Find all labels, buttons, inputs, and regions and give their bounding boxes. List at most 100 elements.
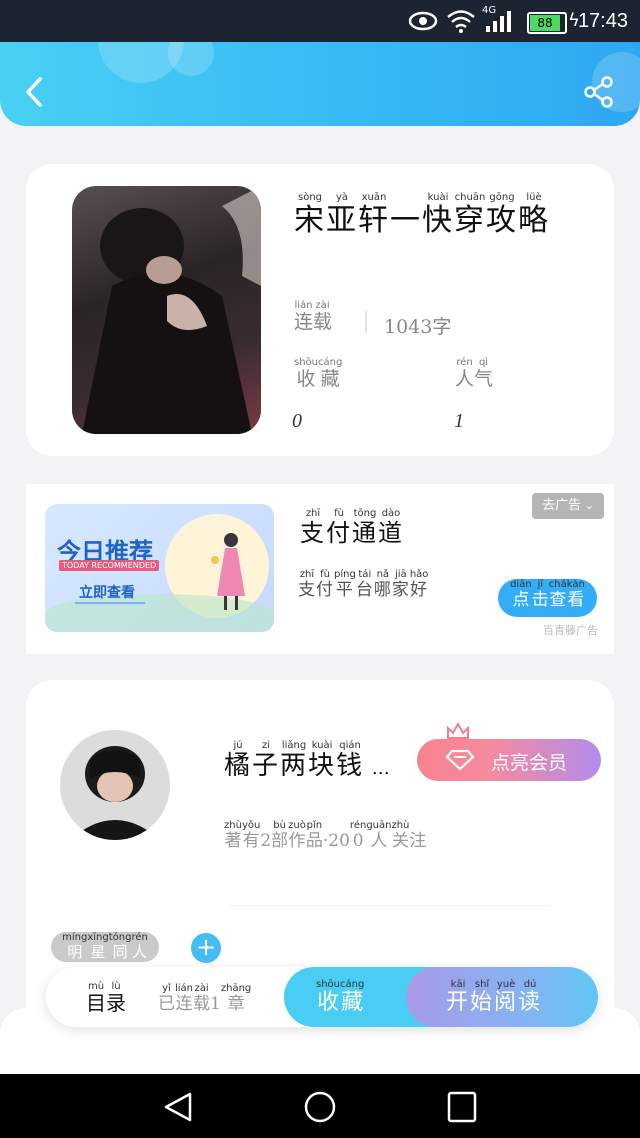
app-header: [0, 42, 640, 126]
char: 人rén: [455, 357, 475, 390]
char: 宋sòng: [294, 192, 326, 238]
vip-button-label: 点亮会员: [491, 752, 568, 774]
char: 注: [409, 831, 427, 851]
char: 载zài: [193, 983, 211, 1014]
char: 轩xuān: [358, 192, 390, 238]
char: 击jī: [531, 579, 549, 610]
char: 关zhù: [391, 820, 410, 851]
char: 人guān: [366, 820, 392, 851]
char: 2: [328, 831, 340, 851]
nav-back-icon[interactable]: [160, 1090, 196, 1124]
char: 道dào: [378, 508, 404, 547]
char: 章zhāng: [220, 983, 252, 1014]
char: 穿chuān: [454, 192, 486, 238]
ad-banner-subtitle: TODAY RECOMMENDED: [59, 560, 160, 571]
char: 台tái: [355, 569, 374, 600]
char: 收shōu: [316, 979, 341, 1015]
nav-recents-icon[interactable]: [444, 1090, 480, 1124]
char: 藏cáng: [340, 979, 365, 1015]
divider: [365, 311, 367, 333]
remove-ads-label: 去广告: [542, 498, 582, 513]
start-reading-label: 开kāi始shǐ阅yuè读dú: [446, 979, 542, 1016]
status-bar: 4G 88 ϟ 17:43: [0, 0, 640, 42]
back-chevron-left-icon[interactable]: [20, 76, 50, 108]
ad-description: 支zhī付fù平píng台tái哪nǎ家jiā好hǎo: [298, 569, 428, 600]
char: 子zi: [252, 740, 281, 781]
char: 气qì: [474, 357, 494, 390]
char: 一: [390, 203, 422, 238]
char: 目mù: [86, 981, 106, 1015]
start-reading-button[interactable]: 开kāi始shǐ阅yuè读dú: [406, 967, 598, 1027]
char: 载zài: [313, 300, 333, 333]
diamond-icon: [445, 749, 475, 771]
char: 快kuài: [422, 192, 454, 238]
char: 钱qián: [336, 740, 365, 781]
book-cover[interactable]: [72, 186, 261, 434]
author-stats: 著zhù有yǒu2部bù作zuò品pǐn·200rén人guān关zhù注: [224, 820, 426, 851]
char: 品pǐn: [305, 820, 323, 851]
woman-illustration-icon: [211, 533, 245, 610]
battery-level: 88: [530, 15, 560, 31]
book-title: 宋sòng亚yà轩xuān一快kuài穿chuān攻gōng略lüè: [294, 192, 584, 245]
ad-view-button[interactable]: 点diǎn击jī查chá看kàn: [498, 579, 597, 617]
signal-icon: [486, 11, 511, 32]
add-tag-plus-icon[interactable]: +: [191, 933, 221, 963]
ad-banner-button[interactable]: 立即查看: [79, 582, 135, 602]
favorites-count: 0: [292, 410, 302, 432]
char: 0rén: [349, 820, 367, 851]
word-count: 1043字: [384, 316, 452, 338]
char: 录lù: [106, 981, 126, 1015]
author-avatar[interactable]: [60, 730, 170, 840]
char: 2: [260, 831, 272, 851]
char: 连lián: [294, 300, 314, 333]
char: 支zhī: [298, 569, 316, 600]
char: 支zhī: [300, 508, 326, 547]
char: 读dú: [518, 979, 543, 1015]
favorites-label: 收shōu藏cáng: [294, 357, 342, 394]
char: 有yǒu: [241, 820, 261, 851]
bottom-action-bar: 目mù录lù 已yǐ连lián载zài1章zhāng 收shōu藏cáng 开k…: [46, 967, 598, 1027]
ad-banner[interactable]: 今日推荐 TODAY RECOMMENDED 立即查看: [45, 504, 274, 632]
char: 点diǎn: [510, 579, 532, 610]
char: 同tóng: [108, 932, 132, 961]
remove-ads-tag[interactable]: 去广告 ⌄: [532, 493, 604, 519]
ad-footer: 百青藤广告: [543, 624, 598, 637]
char: 好hǎo: [409, 569, 429, 600]
char: 两liǎng: [280, 740, 309, 781]
char: 亚yà: [326, 192, 358, 238]
char: 付fù: [326, 508, 352, 547]
author-name: 橘jú子zi两liǎng块kuài钱qián …: [224, 740, 392, 781]
popularity-label: 人rén气qì: [455, 357, 493, 394]
char: 平píng: [334, 569, 356, 600]
char: 哪nǎ: [373, 569, 392, 600]
char: 连lián: [175, 983, 194, 1014]
char: 收shōu: [294, 357, 319, 390]
char: 开kāi: [446, 979, 471, 1015]
serial-status: 连lián载zài: [294, 300, 332, 337]
char: 通tōng: [352, 508, 378, 547]
system-nav-bar: [0, 1074, 640, 1138]
share-icon[interactable]: [582, 76, 616, 108]
char: 著zhù: [224, 820, 242, 851]
char: 阅yuè: [494, 979, 519, 1015]
char: 家jiā: [391, 569, 410, 600]
char: 藏cáng: [318, 357, 343, 390]
nav-home-icon[interactable]: [302, 1090, 338, 1124]
cover-photo-icon: [82, 186, 261, 434]
char: 人rén: [131, 932, 148, 961]
vip-button[interactable]: 点亮会员: [417, 739, 601, 781]
char: 部bù: [271, 820, 289, 851]
category-tag[interactable]: 明míng星xīng同tóng人rén: [51, 932, 159, 962]
battery-icon: 88: [527, 12, 567, 34]
char: 1: [210, 994, 221, 1014]
char: 看kàn: [566, 579, 585, 610]
char: 作zuò: [288, 820, 306, 851]
char: 明míng: [62, 932, 88, 961]
char: 块kuài: [308, 740, 337, 781]
char: 0: [339, 831, 350, 851]
crown-icon: [447, 722, 469, 739]
catalog-button[interactable]: 目mù录lù: [86, 981, 126, 1016]
chapter-progress: 已yǐ连lián载zài1章zhāng: [158, 983, 251, 1014]
chevron-down-icon: ⌄: [581, 499, 594, 512]
char: 付fù: [316, 569, 334, 600]
